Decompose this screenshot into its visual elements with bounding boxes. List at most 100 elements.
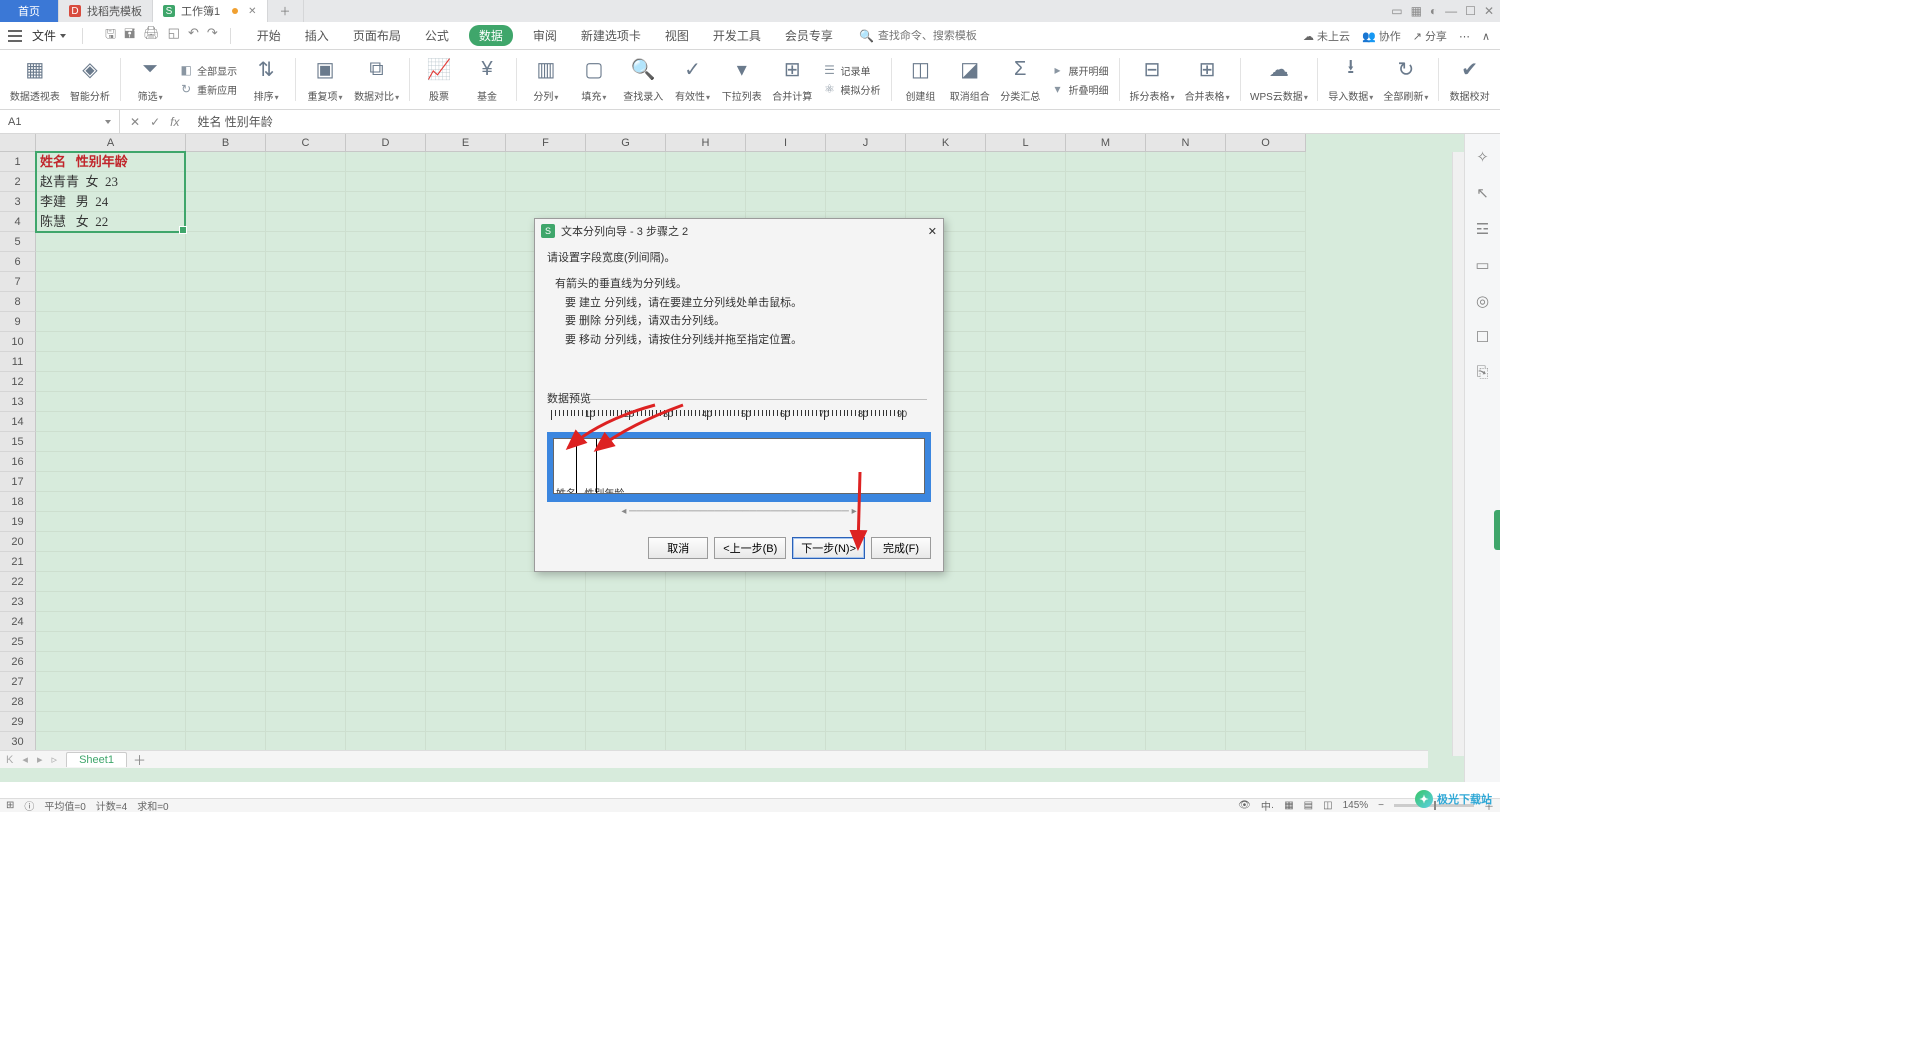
cell-C12[interactable] (266, 372, 346, 392)
close-window-icon[interactable]: ✕ (1484, 4, 1494, 18)
cell-E6[interactable] (426, 252, 506, 272)
cell-N13[interactable] (1146, 392, 1226, 412)
cell-M16[interactable] (1066, 452, 1146, 472)
cell-C2[interactable] (266, 172, 346, 192)
side-tab-handle[interactable] (1494, 510, 1500, 550)
accept-formula-icon[interactable]: ✓ (150, 115, 160, 129)
cell-J27[interactable] (826, 672, 906, 692)
cell-N20[interactable] (1146, 532, 1226, 552)
cell-M24[interactable] (1066, 612, 1146, 632)
cell-F26[interactable] (506, 652, 586, 672)
cell-L26[interactable] (986, 652, 1066, 672)
cell-C28[interactable] (266, 692, 346, 712)
cell-N30[interactable] (1146, 732, 1226, 752)
cell-K29[interactable] (906, 712, 986, 732)
sheet-tab[interactable]: Sheet1 (66, 752, 127, 767)
cell-D24[interactable] (346, 612, 426, 632)
menu-tab-pagelayout[interactable]: 页面布局 (349, 25, 405, 46)
ribbon-dup[interactable]: ▣重复项▾ (302, 54, 348, 105)
cell-M3[interactable] (1066, 192, 1146, 212)
share-button[interactable]: ↗ 分享 (1413, 28, 1447, 44)
ribbon-filter[interactable]: ⏷筛选▾ (127, 54, 173, 105)
cell-H28[interactable] (666, 692, 746, 712)
cell-F23[interactable] (506, 592, 586, 612)
print-icon[interactable]: 🖨 (143, 25, 160, 47)
cell-D18[interactable] (346, 492, 426, 512)
cell-N21[interactable] (1146, 552, 1226, 572)
cell-N12[interactable] (1146, 372, 1226, 392)
cell-L29[interactable] (986, 712, 1066, 732)
cell-I26[interactable] (746, 652, 826, 672)
cell-O30[interactable] (1226, 732, 1306, 752)
cell-M9[interactable] (1066, 312, 1146, 332)
cell-E11[interactable] (426, 352, 506, 372)
cell-N23[interactable] (1146, 592, 1226, 612)
cell-L5[interactable] (986, 232, 1066, 252)
cell-B22[interactable] (186, 572, 266, 592)
cancel-formula-icon[interactable]: ✕ (130, 115, 140, 129)
cell-N11[interactable] (1146, 352, 1226, 372)
cell-A2[interactable]: 赵青青 女 23 (36, 172, 186, 192)
col-header-O[interactable]: O (1226, 134, 1306, 152)
cell-H24[interactable] (666, 612, 746, 632)
cell-N18[interactable] (1146, 492, 1226, 512)
cell-M29[interactable] (1066, 712, 1146, 732)
cell-J23[interactable] (826, 592, 906, 612)
ribbon-smart[interactable]: ◈智能分析 (66, 54, 115, 105)
cell-N15[interactable] (1146, 432, 1226, 452)
cell-E28[interactable] (426, 692, 506, 712)
cell-D2[interactable] (346, 172, 426, 192)
cell-B20[interactable] (186, 532, 266, 552)
cell-D25[interactable] (346, 632, 426, 652)
col-header-H[interactable]: H (666, 134, 746, 152)
col-header-J[interactable]: J (826, 134, 906, 152)
col-header-A[interactable]: A (36, 134, 186, 152)
preview-box[interactable]: 姓名 性别年龄赵青青 女 23李建 男 24陈慧 女 22 (553, 438, 925, 494)
cell-A7[interactable] (36, 272, 186, 292)
cell-L12[interactable] (986, 372, 1066, 392)
cell-M20[interactable] (1066, 532, 1146, 552)
cell-H2[interactable] (666, 172, 746, 192)
cell-M22[interactable] (1066, 572, 1146, 592)
cell-L10[interactable] (986, 332, 1066, 352)
row-header-19[interactable]: 19 (0, 512, 36, 532)
cell-B15[interactable] (186, 432, 266, 452)
backup-icon[interactable]: ⎘ (1476, 364, 1488, 381)
cell-C26[interactable] (266, 652, 346, 672)
cell-N5[interactable] (1146, 232, 1226, 252)
cell-J28[interactable] (826, 692, 906, 712)
split-line-1[interactable] (576, 439, 577, 493)
view-page-icon[interactable]: ▤ (1304, 800, 1313, 811)
cell-N25[interactable] (1146, 632, 1226, 652)
cell-M27[interactable] (1066, 672, 1146, 692)
ribbon-record[interactable]: ☰记录单 (823, 63, 881, 78)
cell-D22[interactable] (346, 572, 426, 592)
cell-M26[interactable] (1066, 652, 1146, 672)
ribbon-import[interactable]: ⭳导入数据▾ (1324, 54, 1377, 105)
cell-B9[interactable] (186, 312, 266, 332)
row-header-6[interactable]: 6 (0, 252, 36, 272)
cell-C19[interactable] (266, 512, 346, 532)
col-header-C[interactable]: C (266, 134, 346, 152)
ribbon-consolidate[interactable]: ⊞合并计算 (768, 54, 817, 105)
cell-C18[interactable] (266, 492, 346, 512)
cell-N4[interactable] (1146, 212, 1226, 232)
ribbon-simulate[interactable]: ⚛模拟分析 (823, 82, 881, 97)
cell-D21[interactable] (346, 552, 426, 572)
cell-G25[interactable] (586, 632, 666, 652)
cell-G24[interactable] (586, 612, 666, 632)
cell-L25[interactable] (986, 632, 1066, 652)
cell-K23[interactable] (906, 592, 986, 612)
cell-C5[interactable] (266, 232, 346, 252)
cell-A26[interactable] (36, 652, 186, 672)
row-header-24[interactable]: 24 (0, 612, 36, 632)
cell-C29[interactable] (266, 712, 346, 732)
cell-M1[interactable] (1066, 152, 1146, 172)
cell-D27[interactable] (346, 672, 426, 692)
print-preview-icon[interactable]: ◱ (168, 25, 180, 47)
cell-E3[interactable] (426, 192, 506, 212)
cell-E22[interactable] (426, 572, 506, 592)
cell-L24[interactable] (986, 612, 1066, 632)
cell-I3[interactable] (746, 192, 826, 212)
cell-L19[interactable] (986, 512, 1066, 532)
